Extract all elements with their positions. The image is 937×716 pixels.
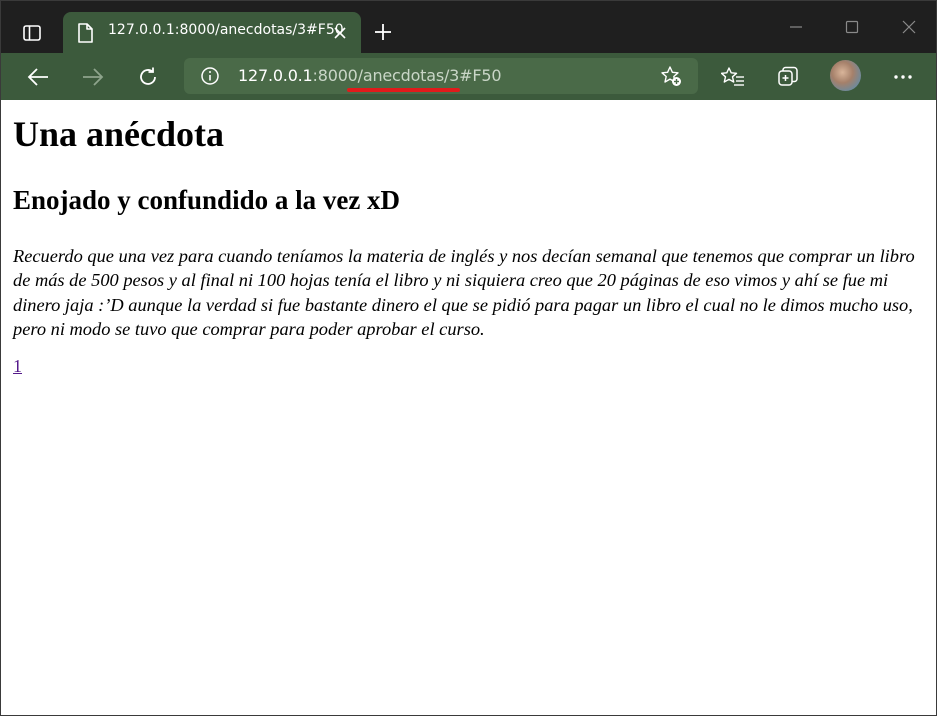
avatar[interactable] (830, 60, 861, 91)
url-text[interactable]: 127.0.0.1:8000/anecdotas/3#F50 (238, 66, 502, 85)
minimize-icon[interactable] (781, 13, 811, 41)
tab-strip: 127.0.0.1:8000/anecdotas/3#F50 (1, 1, 936, 53)
url-host: 127.0.0.1 (238, 66, 313, 85)
url-highlight-underline (347, 88, 460, 92)
info-icon[interactable] (200, 66, 220, 86)
close-icon[interactable] (331, 24, 349, 42)
tab-active[interactable]: 127.0.0.1:8000/anecdotas/3#F50 (63, 12, 361, 53)
refresh-icon[interactable] (134, 63, 162, 91)
page-title: Una anécdota (13, 114, 225, 154)
star-plus-icon[interactable] (660, 65, 682, 87)
anecdote-title: Enojado y confundido a la vez xD (13, 185, 401, 215)
close-icon[interactable] (894, 13, 924, 41)
url-path: :8000/anecdotas/3#F50 (312, 66, 502, 85)
tab-title: 127.0.0.1:8000/anecdotas/3#F50 (108, 22, 344, 38)
arrow-left-icon[interactable] (24, 63, 52, 91)
sidebar-toggle-icon[interactable] (19, 21, 45, 45)
arrow-right-icon[interactable] (79, 63, 107, 91)
browser-window: 127.0.0.1:8000/anecdotas/3#F50 127.0.0.1… (0, 0, 937, 716)
favorites-icon[interactable] (719, 63, 747, 91)
page-icon (77, 23, 93, 43)
anecdote-body: Recuerdo que una vez para cuando teníamo… (13, 246, 915, 339)
plus-icon[interactable] (371, 20, 395, 44)
page-content: Una anécdota Enojado y confundido a la v… (1, 100, 936, 715)
more-icon[interactable] (889, 63, 917, 91)
browser-toolbar: 127.0.0.1:8000/anecdotas/3#F50 (1, 53, 936, 100)
pagination-link[interactable]: 1 (13, 356, 22, 377)
maximize-icon[interactable] (837, 13, 867, 41)
collections-icon[interactable] (774, 63, 802, 91)
